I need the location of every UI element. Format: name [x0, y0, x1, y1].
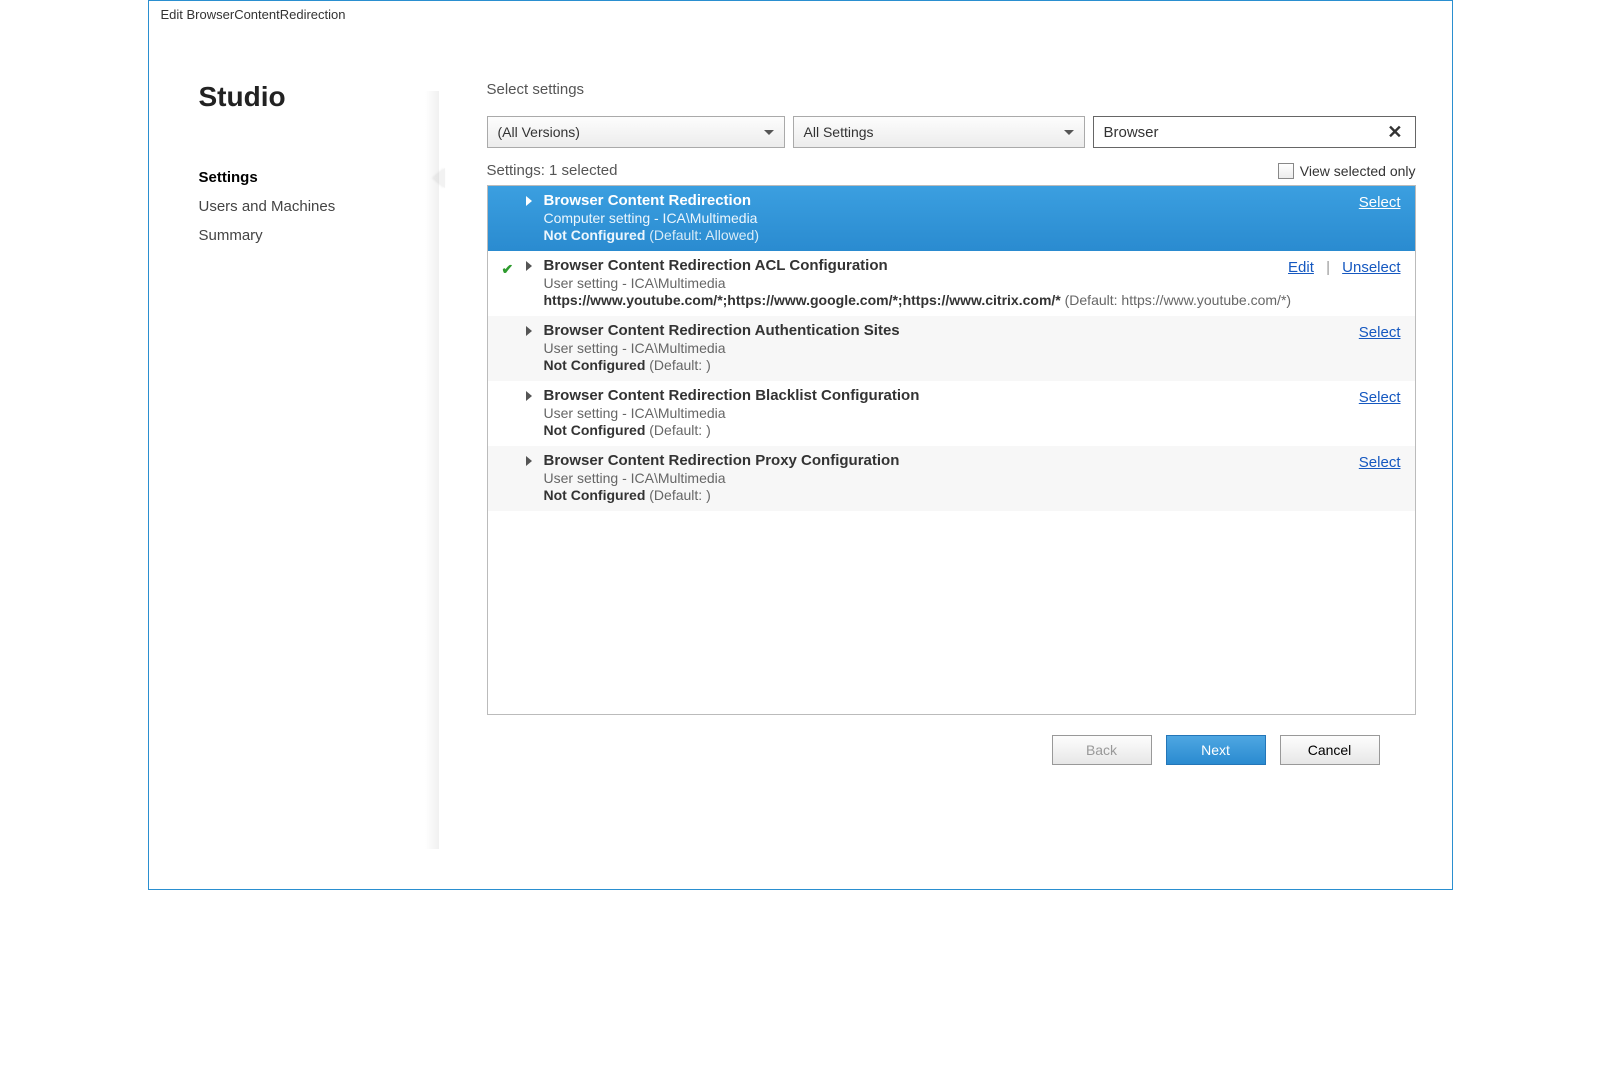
setting-actions: Select: [1359, 454, 1401, 471]
setting-row[interactable]: Browser Content Redirection Authenticati…: [488, 316, 1415, 381]
setting-row[interactable]: Browser Content Redirection Computer set…: [488, 186, 1415, 251]
setting-title: Browser Content Redirection Proxy Config…: [544, 452, 1401, 469]
dialog-window: Edit BrowserContentRedirection Studio Se…: [148, 0, 1453, 890]
main-panel: Select settings (All Versions) All Setti…: [439, 31, 1452, 889]
sidebar-item-summary[interactable]: Summary: [199, 221, 439, 250]
setting-actions: Select: [1359, 194, 1401, 211]
checkbox-icon[interactable]: [1278, 163, 1294, 179]
cancel-button[interactable]: Cancel: [1280, 735, 1380, 765]
sidebar-item-users-and-machines[interactable]: Users and Machines: [199, 192, 439, 221]
brand-title: Studio: [199, 81, 439, 113]
setting-status: Not Configured (Default: ): [544, 422, 1401, 438]
expand-arrow-icon[interactable]: [526, 261, 532, 271]
setting-scope: User setting - ICA\Multimedia: [544, 470, 1401, 486]
setting-status: Not Configured (Default: Allowed): [544, 227, 1401, 243]
select-link[interactable]: Select: [1359, 454, 1401, 471]
select-link[interactable]: Select: [1359, 324, 1401, 341]
settings-count-label: Settings: 1 selected: [487, 162, 618, 179]
expand-arrow-icon[interactable]: [526, 326, 532, 336]
setting-scope: User setting - ICA\Multimedia: [544, 405, 1401, 421]
setting-actions: Select: [1359, 389, 1401, 406]
expand-arrow-icon[interactable]: [526, 456, 532, 466]
settings-count-row: Settings: 1 selected View selected only: [487, 162, 1416, 179]
expand-arrow-icon[interactable]: [526, 196, 532, 206]
view-selected-only-toggle[interactable]: View selected only: [1278, 163, 1416, 179]
expand-arrow-icon[interactable]: [526, 391, 532, 401]
search-box[interactable]: ✕: [1093, 116, 1416, 148]
setting-title: Browser Content Redirection ACL Configur…: [544, 257, 1401, 274]
setting-title: Browser Content Redirection Blacklist Co…: [544, 387, 1401, 404]
setting-title: Browser Content Redirection Authenticati…: [544, 322, 1401, 339]
setting-scope: Computer setting - ICA\Multimedia: [544, 210, 1401, 226]
select-link[interactable]: Select: [1359, 389, 1401, 406]
sidebar-item-settings[interactable]: Settings: [199, 163, 439, 192]
category-filter-value: All Settings: [804, 124, 874, 140]
search-input[interactable]: [1104, 124, 1384, 141]
category-filter-dropdown[interactable]: All Settings: [793, 116, 1085, 148]
setting-scope: User setting - ICA\Multimedia: [544, 340, 1401, 356]
setting-actions: Edit | Unselect: [1288, 259, 1400, 276]
setting-actions: Select: [1359, 324, 1401, 341]
setting-status: https://www.youtube.com/*;https://www.go…: [544, 292, 1401, 308]
unselect-link[interactable]: Unselect: [1342, 259, 1400, 276]
chevron-down-icon: [764, 130, 774, 135]
setting-row[interactable]: Browser Content Redirection Blacklist Co…: [488, 381, 1415, 446]
version-filter-dropdown[interactable]: (All Versions): [487, 116, 785, 148]
wizard-footer: Back Next Cancel: [487, 715, 1416, 789]
chevron-down-icon: [1064, 130, 1074, 135]
version-filter-value: (All Versions): [498, 124, 580, 140]
select-link[interactable]: Select: [1359, 194, 1401, 211]
settings-list: Browser Content Redirection Computer set…: [487, 185, 1416, 715]
setting-scope: User setting - ICA\Multimedia: [544, 275, 1401, 291]
edit-link[interactable]: Edit: [1288, 259, 1314, 276]
select-settings-heading: Select settings: [487, 81, 1416, 98]
content-area: Studio Settings Users and Machines Summa…: [149, 31, 1452, 889]
setting-status: Not Configured (Default: ): [544, 357, 1401, 373]
sidebar: Studio Settings Users and Machines Summa…: [149, 31, 439, 889]
setting-status: Not Configured (Default: ): [544, 487, 1401, 503]
window-title: Edit BrowserContentRedirection: [149, 1, 1452, 31]
setting-row[interactable]: ✔ Browser Content Redirection ACL Config…: [488, 251, 1415, 316]
next-button[interactable]: Next: [1166, 735, 1266, 765]
check-icon: ✔: [502, 261, 514, 278]
clear-search-icon[interactable]: ✕: [1383, 122, 1406, 143]
setting-row[interactable]: Browser Content Redirection Proxy Config…: [488, 446, 1415, 511]
setting-title: Browser Content Redirection: [544, 192, 1401, 209]
back-button[interactable]: Back: [1052, 735, 1152, 765]
filter-row: (All Versions) All Settings ✕: [487, 116, 1416, 148]
view-selected-only-label: View selected only: [1300, 163, 1416, 179]
